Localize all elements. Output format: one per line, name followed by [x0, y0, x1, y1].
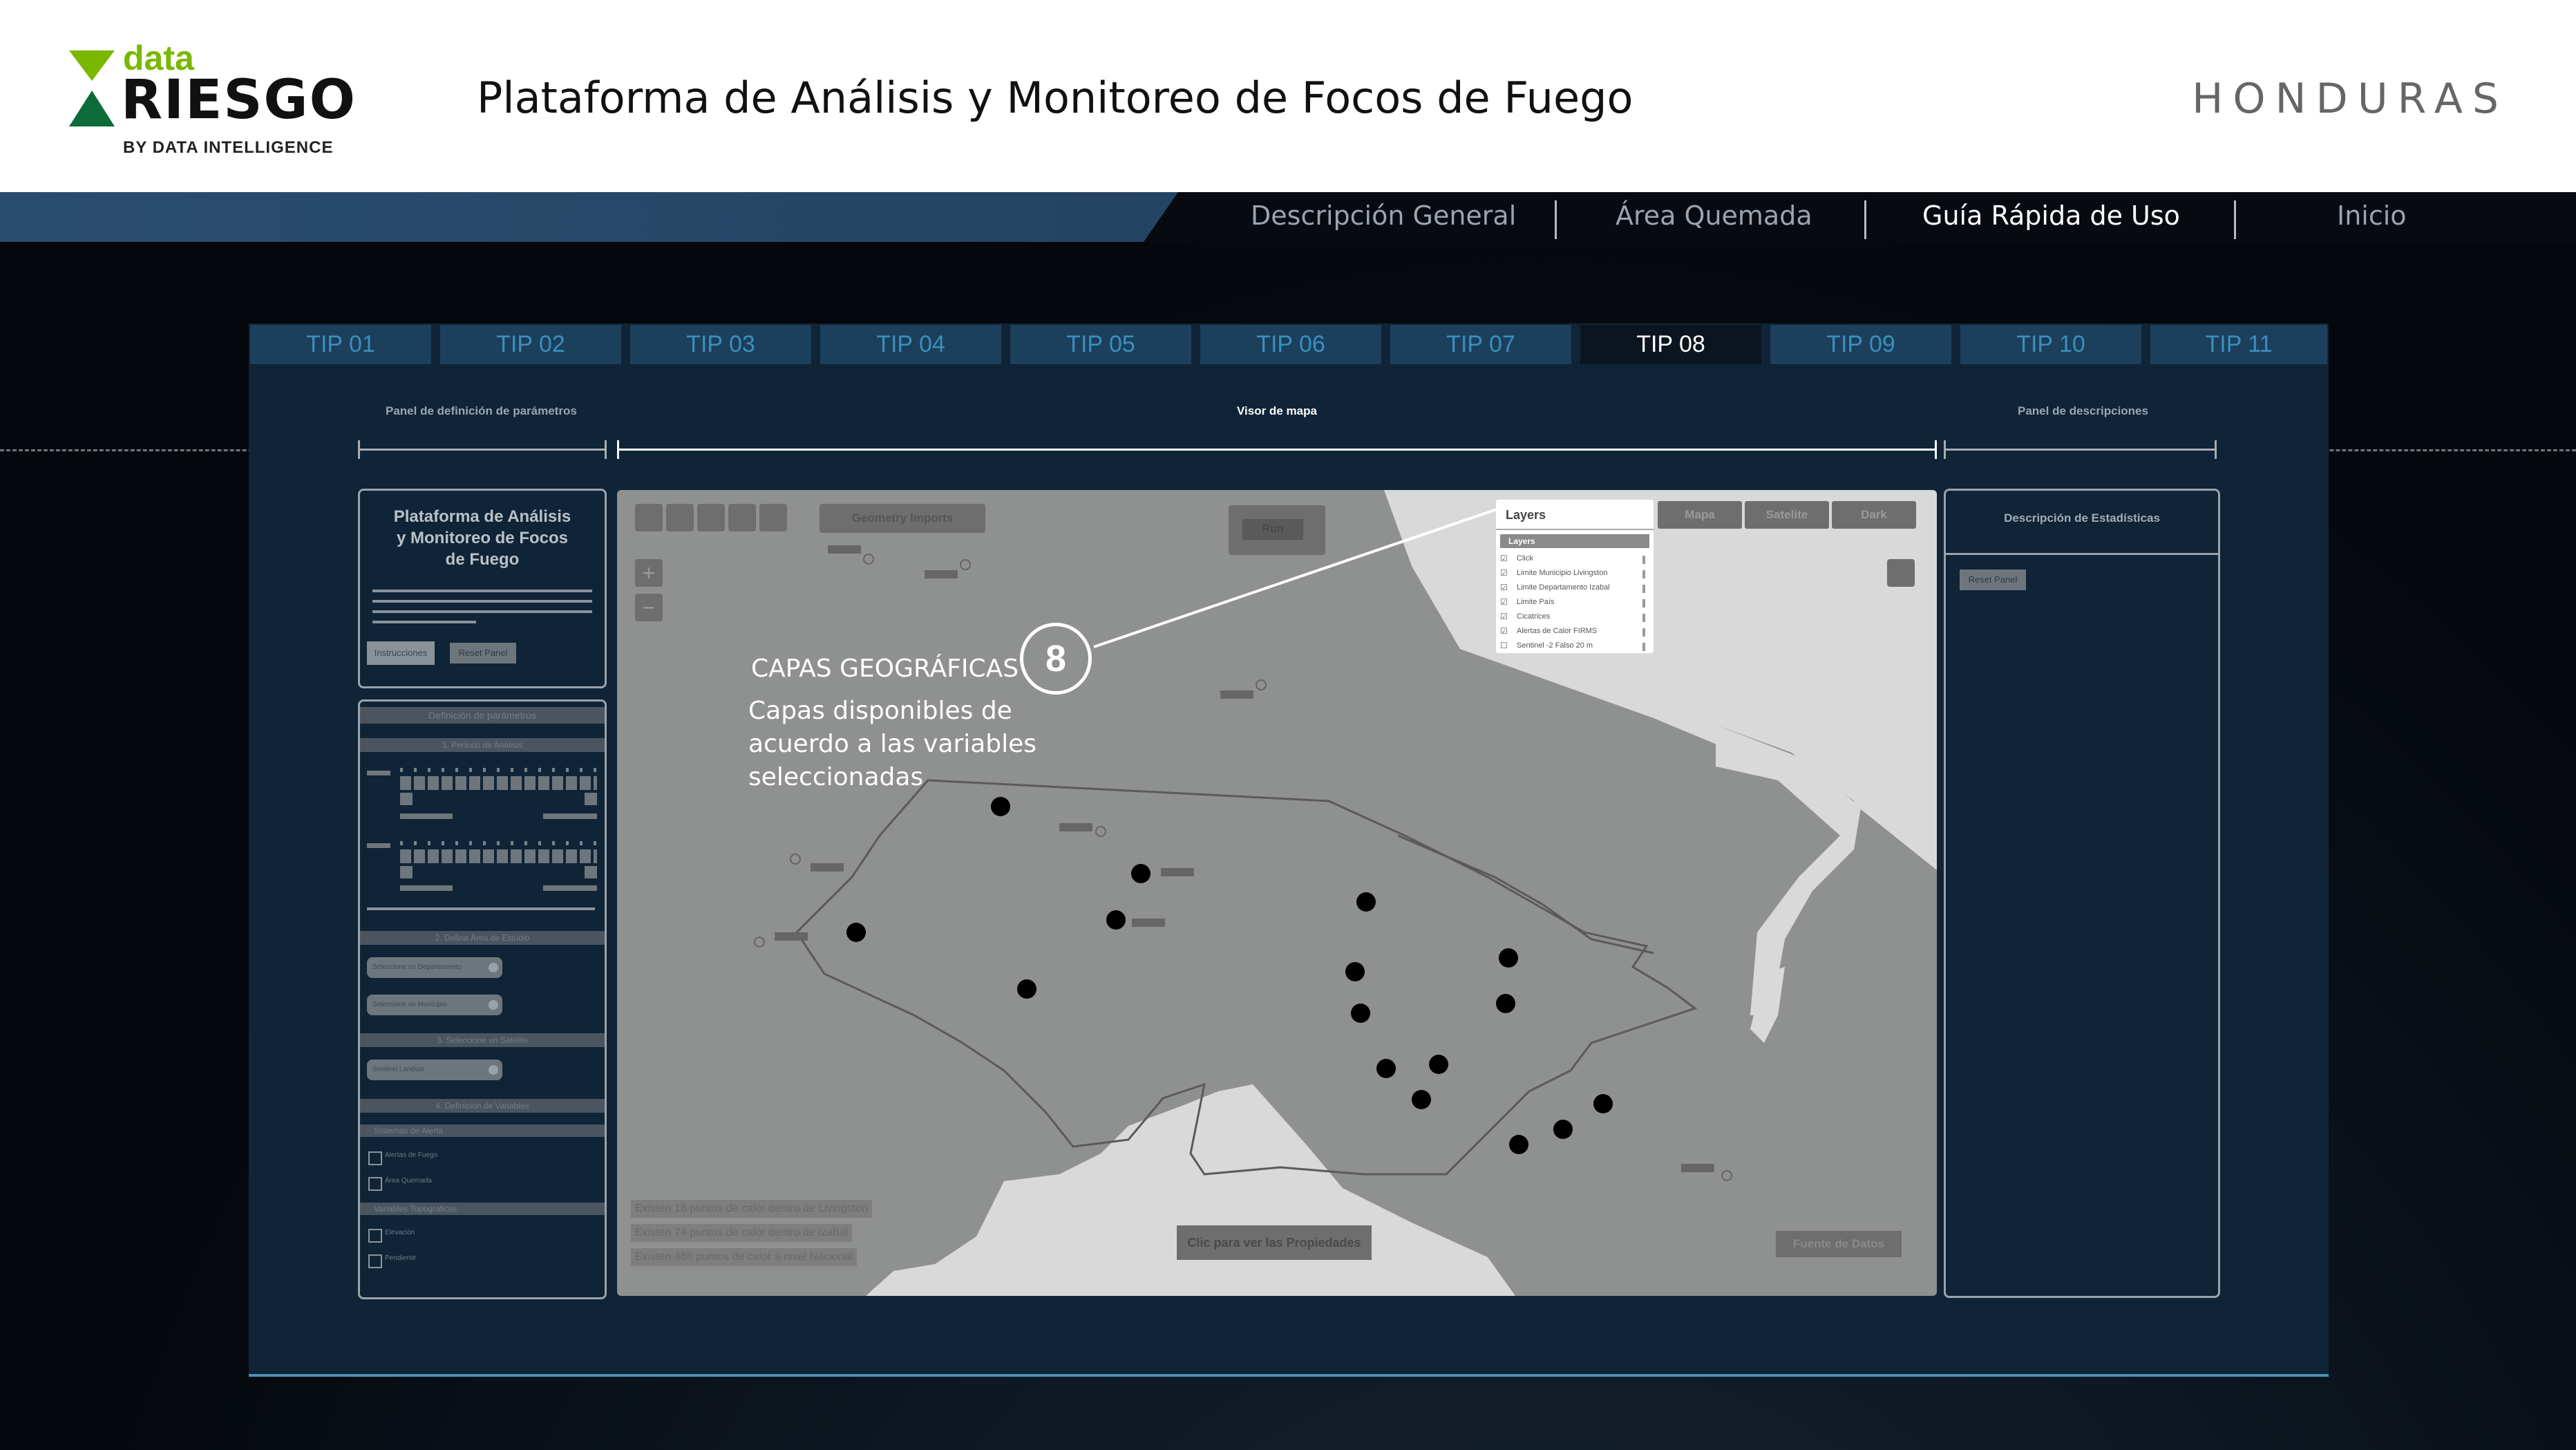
- section-tick: [605, 440, 607, 459]
- text-line: [372, 590, 592, 592]
- tab-tip-04[interactable]: TIP 04: [820, 325, 1001, 364]
- calendar-cell[interactable]: [400, 793, 413, 805]
- instrucciones-button[interactable]: Instrucciones: [367, 641, 435, 665]
- calendar-footer: [543, 813, 597, 819]
- nav-separator: [1864, 200, 1866, 239]
- section-bar-left: [358, 449, 607, 451]
- calendar-footer: [400, 885, 453, 891]
- satelite-section-header: 3. Seleccione un Satélite: [360, 1033, 605, 1047]
- section-bar-center: [617, 449, 1937, 451]
- params-section-header: Definición de parámetros: [360, 707, 605, 724]
- left-panel-title: Plataforma de Análisis y Monitoreo de Fo…: [393, 507, 571, 569]
- calendar-ticks: [400, 841, 597, 845]
- callout-body: Capas disponibles de acuerdo a las varia…: [748, 695, 1036, 794]
- satelite-select[interactable]: Sentinel Landsat: [367, 1060, 502, 1080]
- tab-tip-11[interactable]: TIP 11: [2150, 325, 2327, 364]
- nav-guia-rapida[interactable]: Guía Rápida de Uso: [1922, 200, 2180, 231]
- dataRiesgo-logo[interactable]: data RIESGO BY DATA INTELLIGENCE: [69, 38, 387, 169]
- area-quemada-label: Área Quemada: [385, 1177, 432, 1185]
- right-panel-title: Descripción de Estadísticas: [2004, 511, 2160, 525]
- tab-tip-03[interactable]: TIP 03: [630, 325, 811, 364]
- municipio-select[interactable]: Seleccione un Municipio: [367, 995, 502, 1015]
- date-label: [367, 771, 390, 775]
- callout-heading: CAPAS GEOGRÁFICAS: [751, 655, 1019, 683]
- reset-panel-button[interactable]: Reset Panel: [450, 643, 516, 663]
- text-line: [372, 621, 476, 623]
- callout-body-line: Capas disponibles de: [748, 697, 1012, 725]
- calendar-cell[interactable]: [400, 866, 413, 878]
- area-quemada-checkbox[interactable]: [368, 1177, 382, 1191]
- divider-line: [367, 907, 595, 910]
- nav-descripcion-general[interactable]: Descripción General: [1251, 200, 1516, 231]
- logo-riesgo-text: RIESGO: [121, 69, 357, 131]
- pendiente-label: Pendiente: [385, 1254, 417, 1262]
- country-label: HONDURAS: [2192, 75, 2508, 123]
- elevacion-label: Elevación: [385, 1229, 415, 1236]
- chevron-updown-icon: [489, 1000, 498, 1010]
- calendar-ticks: [400, 768, 597, 772]
- callout-body-line: acuerdo a las variables: [748, 730, 1037, 758]
- nav-separator: [1555, 200, 1557, 239]
- left-params-panel: Definición de parámetros 1. Período de A…: [358, 699, 607, 1299]
- section-tick: [358, 440, 360, 459]
- alertas-fuego-checkbox[interactable]: [368, 1151, 382, 1165]
- tab-tip-09[interactable]: TIP 09: [1770, 325, 1951, 364]
- section-label-left: Panel de definición de parámetros: [386, 404, 577, 417]
- calendar-row[interactable]: [400, 849, 597, 863]
- chevron-updown-icon: [489, 963, 498, 972]
- section-label-center: Visor de mapa: [1237, 404, 1317, 417]
- callout-number-badge: 8: [1020, 623, 1092, 695]
- page-title: Plataforma de Análisis y Monitoreo de Fo…: [477, 73, 1633, 123]
- nav-separator: [2234, 200, 2236, 239]
- calendar-cell[interactable]: [585, 793, 597, 805]
- calendar-footer: [400, 813, 453, 819]
- variables-section-header: 4. Definición de Variables: [360, 1099, 605, 1113]
- nav-area-quemada[interactable]: Área Quemada: [1616, 200, 1812, 231]
- section-tick: [617, 440, 619, 459]
- map-viewer[interactable]: Geometry Imports Run + − Mapa Satelite D…: [617, 490, 1937, 1296]
- callout-leader-line: [1093, 507, 1499, 648]
- departamento-select[interactable]: Seleccione un Departamento: [367, 957, 502, 978]
- logo-mark-icon: [69, 50, 115, 126]
- alert-systems-header: Sistemas de Alerta: [360, 1124, 605, 1137]
- tab-tip-06[interactable]: TIP 06: [1200, 325, 1381, 364]
- tab-tip-10[interactable]: TIP 10: [1960, 325, 2141, 364]
- section-bar-right: [1944, 449, 2217, 451]
- tab-tip-07[interactable]: TIP 07: [1390, 325, 1571, 364]
- calendar-row[interactable]: [400, 776, 597, 790]
- text-line: [372, 600, 592, 603]
- right-reset-panel-button[interactable]: Reset Panel: [1960, 569, 2026, 590]
- calendar-footer: [543, 885, 597, 891]
- tab-tip-02[interactable]: TIP 02: [440, 325, 621, 364]
- topo-vars-header: Variables Topográficas: [360, 1203, 605, 1215]
- elevacion-checkbox[interactable]: [368, 1229, 382, 1243]
- left-title-panel: Plataforma de Análisis y Monitoreo de Fo…: [358, 489, 607, 688]
- date-label: [367, 843, 390, 848]
- right-description-panel: Descripción de Estadísticas Reset Panel: [1944, 489, 2220, 1298]
- text-line: [372, 610, 592, 613]
- area-section-header: 2. Defina Área de Estudio: [360, 931, 605, 945]
- tab-tip-01[interactable]: TIP 01: [250, 325, 431, 364]
- alertas-fuego-label: Alertas de Fuego: [385, 1151, 438, 1159]
- right-panel-divider: [1946, 553, 2218, 555]
- section-tick: [1935, 440, 1937, 459]
- tab-tip-08[interactable]: TIP 08: [1580, 325, 1761, 364]
- nav-inicio[interactable]: Inicio: [2337, 200, 2407, 231]
- section-tick: [1944, 440, 1946, 459]
- chevron-updown-icon: [489, 1065, 498, 1075]
- tab-tip-05[interactable]: TIP 05: [1010, 325, 1191, 364]
- section-label-right: Panel de descripciones: [2018, 404, 2148, 417]
- callout-body-line: seleccionadas: [748, 763, 924, 791]
- calendar-cell[interactable]: [585, 866, 597, 878]
- pendiente-checkbox[interactable]: [368, 1254, 382, 1268]
- logo-by-text: BY DATA INTELLIGENCE: [123, 138, 334, 157]
- periodo-section-header: 1. Período de Análisis: [360, 738, 605, 752]
- section-tick: [2215, 440, 2217, 459]
